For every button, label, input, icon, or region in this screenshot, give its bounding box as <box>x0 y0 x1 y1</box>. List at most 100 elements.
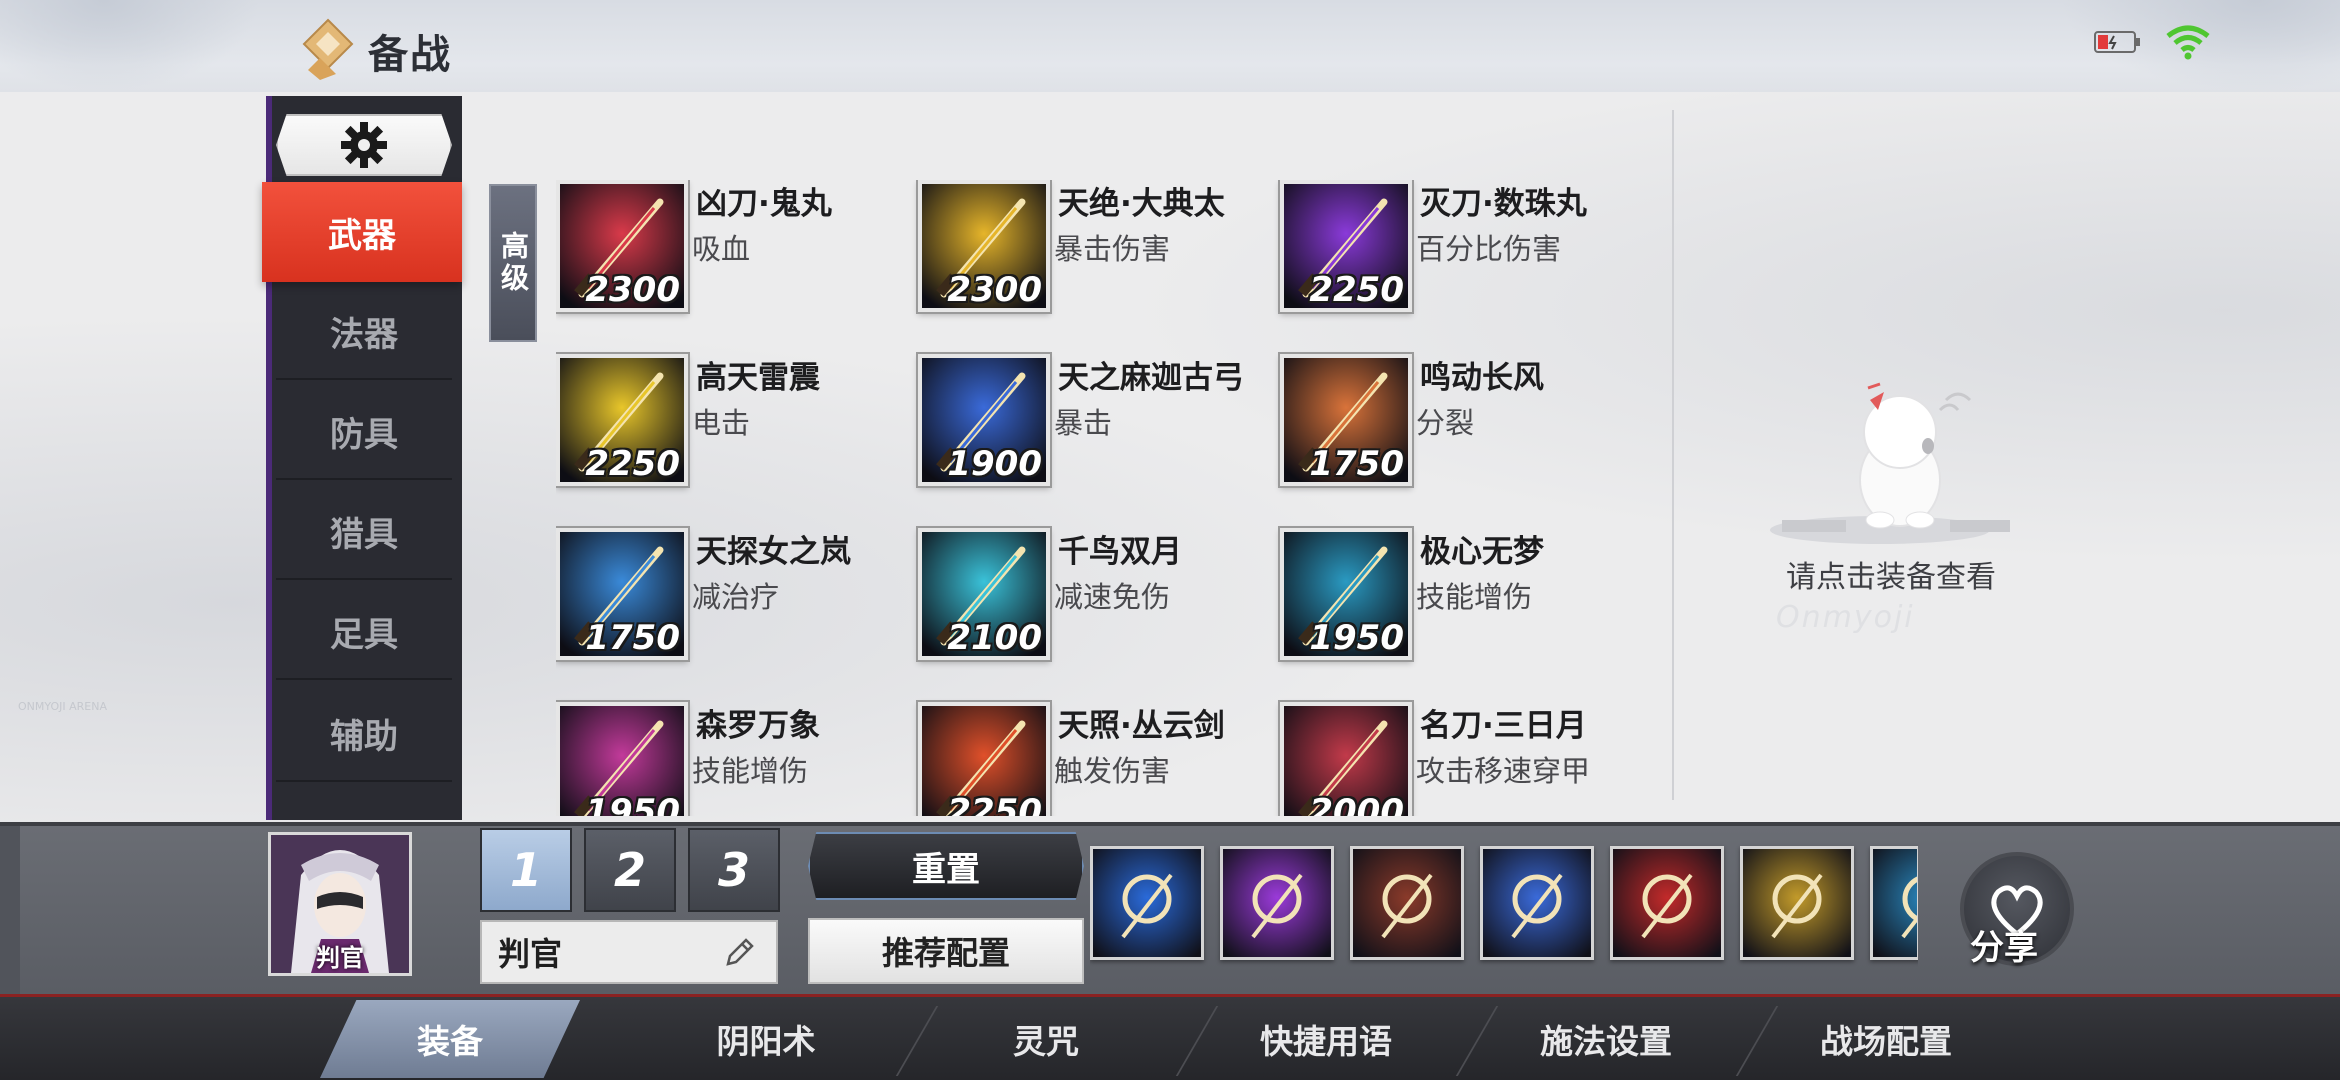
reset-button[interactable]: 重置 <box>808 832 1084 900</box>
settings-button[interactable] <box>276 114 452 176</box>
item-price: 2100 <box>947 618 1042 658</box>
item-name: 天绝·大典太 <box>1058 186 1225 222</box>
item-grid: 2300 凶刀·鬼丸 吸血 2300 天绝·大典太 暴击伤害 2250 灭刀·数珠丸 百分比伤害… <box>556 180 1656 816</box>
item-name: 名刀·三日月 <box>1420 708 1587 744</box>
item-desc: 暴击伤害 <box>1054 232 1171 266</box>
equipment-slot[interactable] <box>1350 846 1464 960</box>
detail-hint-text: 请点击装备查看 <box>1786 560 1996 595</box>
bow-icon: 1900 <box>918 354 1050 486</box>
katana-gold-icon: 2300 <box>918 180 1050 312</box>
wifi-icon <box>2166 25 2210 60</box>
tab-battlefield-config[interactable]: 战场配置 <box>1756 1000 2016 1078</box>
item-name: 极心无梦 <box>1420 534 1544 570</box>
tab-cast-settings[interactable]: 施法设置 <box>1476 1000 1736 1078</box>
item-price: 2000 <box>1309 792 1404 816</box>
item-card[interactable]: 2250 天照·丛云剑 触发伤害 <box>918 702 1278 816</box>
tab-quick-chat[interactable]: 快捷用语 <box>1196 1000 1456 1078</box>
item-price: 2300 <box>585 270 680 310</box>
item-price: 1950 <box>585 792 680 816</box>
item-price: 2250 <box>1309 270 1404 310</box>
item-name: 天之麻迦古弓 <box>1058 360 1244 396</box>
item-card[interactable]: 2300 凶刀·鬼丸 吸血 <box>556 180 916 320</box>
equipment-slot[interactable] <box>1090 846 1204 960</box>
preset-3-button[interactable]: 3 <box>688 828 780 912</box>
category-footwear[interactable]: 足具 <box>276 584 452 680</box>
left-watermark: ONMYOJI ARENA <box>18 700 108 713</box>
item-card[interactable]: 2100 千鸟双月减速免伤 <box>918 528 1278 668</box>
panel-divider <box>1672 110 1674 800</box>
item-desc: 减速免伤 <box>1054 580 1171 614</box>
orb-staff-icon <box>1093 849 1201 957</box>
item-name: 千鸟双月 <box>1058 534 1182 570</box>
item-card[interactable]: 1750 鸣动长风 分裂 <box>1280 354 1640 494</box>
item-name: 天照·丛云剑 <box>1058 708 1225 744</box>
hero-portrait[interactable]: 判官 <box>268 832 412 976</box>
preset-2-button[interactable]: 2 <box>584 828 676 912</box>
item-name: 凶刀·鬼丸 <box>696 186 832 222</box>
thunder-hammer-icon: 2250 <box>556 354 688 486</box>
equipment-slot[interactable] <box>1480 846 1594 960</box>
category-weapon[interactable]: 武器 <box>262 182 462 282</box>
item-price: 1900 <box>947 444 1042 484</box>
item-price: 1750 <box>585 618 680 658</box>
item-desc: 技能增伤 <box>1416 580 1533 614</box>
equipment-slot[interactable] <box>1740 846 1854 960</box>
share-label: 分享 <box>1970 928 2038 968</box>
battery-icon <box>2094 31 2140 53</box>
item-card[interactable]: 2300 天绝·大典太暴击伤害 <box>918 180 1278 320</box>
item-price: 2300 <box>947 270 1042 310</box>
page-title: 备战 <box>368 32 452 78</box>
item-desc: 暴击 <box>1054 406 1113 440</box>
item-price: 1950 <box>1309 618 1404 658</box>
item-card[interactable]: 1750 天探女之岚 减治疗 <box>556 528 916 668</box>
item-card[interactable]: 2250 高天雷震电击 <box>556 354 916 494</box>
item-name: 灭刀·数珠丸 <box>1420 186 1587 222</box>
header-decoration <box>0 0 260 92</box>
equipment-slot[interactable] <box>1220 846 1334 960</box>
staff-icon: 1750 <box>556 528 688 660</box>
category-armor[interactable]: 防具 <box>276 384 452 480</box>
item-name: 森罗万象 <box>696 708 820 744</box>
item-desc: 减治疗 <box>692 580 780 614</box>
item-name: 高天雷震 <box>696 360 820 396</box>
preset-1-button[interactable]: 1 <box>480 828 572 912</box>
item-desc: 技能增伤 <box>692 754 809 788</box>
partial-item-icon <box>1873 849 1917 957</box>
category-magic-item[interactable]: 法器 <box>276 284 452 380</box>
item-card[interactable]: 1900 天之麻迦古弓暴击 <box>918 354 1278 494</box>
item-card[interactable]: 1950 极心无梦技能增伤 <box>1280 528 1640 668</box>
gold-scepter-icon <box>1223 849 1331 957</box>
item-price: 1750 <box>1309 444 1404 484</box>
item-card[interactable]: 2250 灭刀·数珠丸 百分比伤害 <box>1280 180 1640 320</box>
gear-icon <box>341 122 387 168</box>
katana-icon: 2300 <box>556 180 688 312</box>
recommend-config-button[interactable]: 推荐配置 <box>808 918 1084 984</box>
item-card[interactable]: 1950 森罗万象技能增伤 <box>556 702 916 816</box>
crescent-blade-icon: 2000 <box>1280 702 1412 816</box>
bar-edge <box>0 826 20 994</box>
tab-onmyodo[interactable]: 阴阳术 <box>636 1000 896 1078</box>
category-hunting-gear[interactable]: 猎具 <box>276 484 452 580</box>
diamond-logo-icon <box>302 18 354 80</box>
katana-purple-icon: 2250 <box>1280 180 1412 312</box>
detail-watermark: Onmyoji <box>1776 600 1915 635</box>
tab-equipment[interactable]: 装备 <box>320 1000 580 1078</box>
mascot-placeholder-icon <box>1770 382 2010 544</box>
equipment-slot[interactable] <box>1610 846 1724 960</box>
sickle-icon: 1950 <box>1280 528 1412 660</box>
equipment-slot[interactable] <box>1870 846 1918 960</box>
tab-spell[interactable]: 灵咒 <box>916 1000 1176 1078</box>
item-desc: 电击 <box>692 406 751 440</box>
scroll-bundle-icon <box>1613 849 1721 957</box>
item-name: 鸣动长风 <box>1420 360 1544 396</box>
pencil-icon[interactable] <box>722 934 758 970</box>
item-price: 2250 <box>947 792 1042 816</box>
spear-icon: 1750 <box>1280 354 1412 486</box>
ornate-helm-icon <box>1743 849 1851 957</box>
item-card[interactable]: 2000 名刀·三日月 攻击移速穿甲 <box>1280 702 1640 816</box>
category-support[interactable]: 辅助 <box>276 686 452 782</box>
item-price: 2250 <box>585 444 680 484</box>
fan-icon <box>1483 849 1591 957</box>
axe-icon: 1950 <box>556 702 688 816</box>
tier-tab-advanced[interactable]: 高级 <box>489 184 537 342</box>
